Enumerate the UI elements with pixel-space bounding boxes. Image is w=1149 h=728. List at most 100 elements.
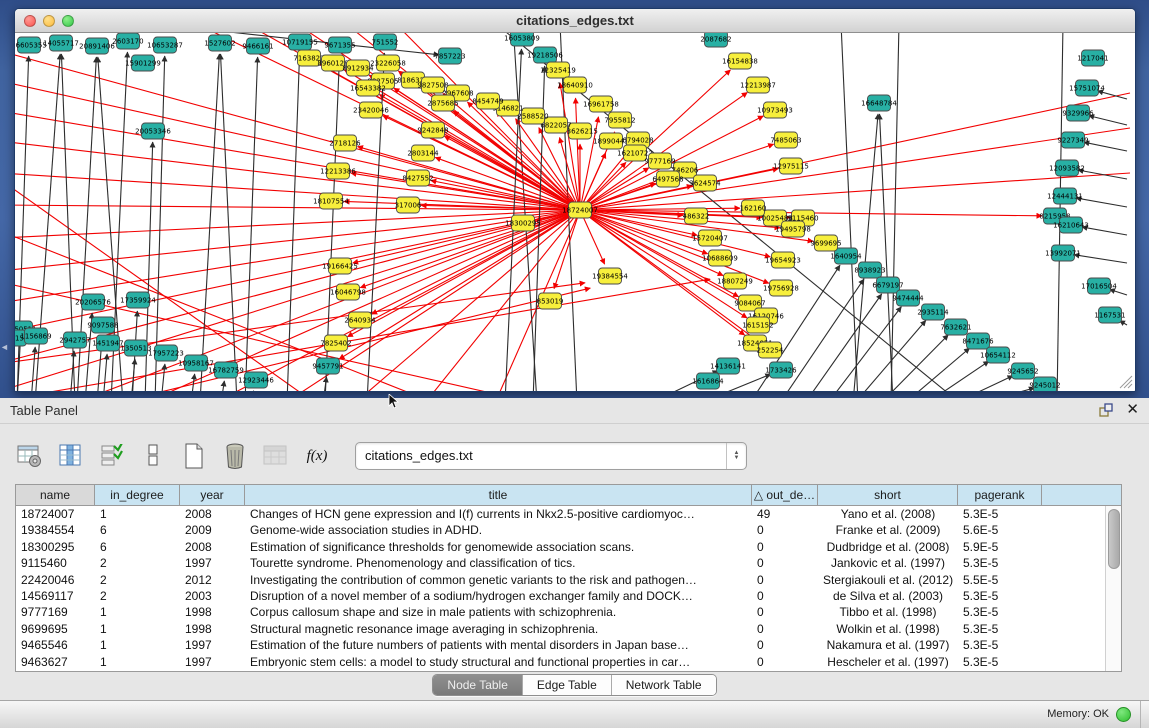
table-cell[interactable]: 0 [752, 555, 818, 571]
graph-node-1733426[interactable]: 1733426 [765, 362, 797, 378]
column-header-filler[interactable] [1042, 485, 1121, 505]
delete-column-icon[interactable] [220, 441, 250, 471]
graph-node-10973493[interactable]: 10973493 [757, 102, 793, 118]
table-cell[interactable]: 2 [95, 588, 180, 604]
table-cell[interactable]: 5.5E-5 [958, 572, 1042, 588]
table-cell[interactable]: 2008 [180, 539, 245, 555]
table-cell[interactable]: 5.3E-5 [958, 506, 1042, 522]
float-panel-icon[interactable] [1098, 402, 1114, 418]
graph-node-19384554[interactable]: 19384554 [592, 268, 628, 284]
graph-node-9457791[interactable]: 9457791 [312, 358, 343, 374]
table-cell[interactable]: 1997 [180, 654, 245, 670]
graph-node-6497568[interactable]: 6497568 [652, 171, 683, 187]
graph-node-9466161[interactable]: 9466161 [242, 38, 273, 54]
graph-node-12213386[interactable]: 12213386 [320, 163, 356, 179]
column-header-out_de…[interactable]: △ out_de… [752, 485, 818, 505]
table-cell[interactable]: Stergiakouli et al. (2012) [818, 572, 958, 588]
table-cell[interactable]: Corpus callosum shape and size in male p… [245, 604, 752, 620]
graph-node-1616864[interactable]: 1616864 [692, 373, 724, 389]
column-header-in_degree[interactable]: in_degree [95, 485, 180, 505]
graph-node-23226058[interactable]: 23226058 [370, 55, 406, 71]
citation-network-graph[interactable]: 1872400716605355140557172089140626031701… [15, 33, 1133, 391]
graph-node-2803144[interactable]: 2803144 [407, 145, 439, 161]
graph-node-19166425[interactable]: 19166425 [322, 258, 358, 274]
table-cell[interactable]: 0 [752, 604, 818, 620]
window-resize-grip[interactable] [1117, 373, 1133, 389]
table-cell[interactable]: 2012 [180, 572, 245, 588]
table-cell[interactable]: Embryonic stem cells: a model to study s… [245, 654, 752, 670]
graph-node-2875685[interactable]: 2875685 [427, 95, 458, 111]
table-cell[interactable]: Nakamura et al. (1997) [818, 637, 958, 653]
table-cell[interactable]: Tibbo et al. (1998) [818, 604, 958, 620]
table-cell[interactable]: Hescheler et al. (1997) [818, 654, 958, 670]
graph-node-2640934[interactable]: 2640934 [344, 312, 376, 328]
table-cell[interactable]: 0 [752, 654, 818, 670]
table-row[interactable]: 1830029562008Estimation of significance … [16, 539, 1106, 555]
table-cell[interactable]: 9465546 [16, 637, 95, 653]
panel-collapse-handle[interactable]: ◄ [0, 340, 9, 354]
table-row[interactable]: 946362711997Embryonic stem cells: a mode… [16, 654, 1106, 670]
column-visibility-icon[interactable] [56, 441, 86, 471]
table-cell[interactable]: 5.3E-5 [958, 604, 1042, 620]
table-cell[interactable]: Franke et al. (2009) [818, 522, 958, 538]
table-cell[interactable]: 2009 [180, 522, 245, 538]
graph-node-12975115[interactable]: 12975115 [773, 158, 809, 174]
table-cell[interactable]: 5.6E-5 [958, 522, 1042, 538]
table-cell[interactable]: 5.3E-5 [958, 637, 1042, 653]
graph-node-16154838[interactable]: 16154838 [722, 53, 758, 69]
table-cell[interactable]: 9777169 [16, 604, 95, 620]
graph-node-3624574[interactable]: 3624574 [689, 175, 721, 191]
graph-node-1527602[interactable]: 1527602 [204, 35, 235, 51]
graph-node-20206576[interactable]: 20206576 [75, 294, 111, 310]
graph-node-853019[interactable]: 853019 [537, 293, 564, 309]
graph-node-19756928[interactable]: 19756928 [763, 280, 799, 296]
graph-node-9671355[interactable]: 9671355 [324, 37, 355, 53]
table-cell[interactable]: Estimation of the future numbers of pati… [245, 637, 752, 653]
graph-node-15901299[interactable]: 15901299 [125, 55, 161, 71]
graph-node-9227349[interactable]: 9227349 [1057, 132, 1088, 148]
table-row[interactable]: 911546021997Tourette syndrome. Phenomeno… [16, 555, 1106, 571]
graph-node-486322[interactable]: 486322 [683, 208, 710, 224]
table-cell[interactable]: 1 [95, 621, 180, 637]
graph-node-751552[interactable]: 751552 [372, 34, 399, 50]
table-cell[interactable]: Genome-wide association studies in ADHD. [245, 522, 752, 538]
graph-node-7632621[interactable]: 7632621 [940, 319, 971, 335]
graph-node-20891406[interactable]: 20891406 [79, 38, 115, 54]
table-cell[interactable]: 1997 [180, 637, 245, 653]
graph-node-19218506[interactable]: 19218506 [527, 47, 563, 63]
graph-node-15720407[interactable]: 15720407 [692, 230, 728, 246]
table-cell[interactable]: 19384554 [16, 522, 95, 538]
graph-node-2942757[interactable]: 2942757 [59, 332, 90, 348]
scrollbar-thumb[interactable] [1108, 509, 1120, 569]
network-window-titlebar[interactable]: citations_edges.txt [15, 9, 1135, 33]
table-cell[interactable]: 9115460 [16, 555, 95, 571]
table-cell[interactable]: Yano et al. (2008) [818, 506, 958, 522]
table-cell[interactable]: 5.3E-5 [958, 621, 1042, 637]
graph-node-9242848[interactable]: 9242848 [417, 122, 448, 138]
graph-node-7857223[interactable]: 7857223 [434, 48, 465, 64]
table-cell[interactable]: 0 [752, 572, 818, 588]
table-row[interactable]: 977716911998Corpus callosum shape and si… [16, 604, 1106, 620]
table-cell[interactable]: 1 [95, 604, 180, 620]
graph-node-10719155[interactable]: 10719155 [282, 34, 318, 50]
table-cell[interactable]: 6 [95, 539, 180, 555]
graph-node-16605355[interactable]: 16605355 [15, 37, 47, 53]
table-cell[interactable]: 2 [95, 572, 180, 588]
graph-node-1451947[interactable]: 1451947 [92, 335, 123, 351]
table-cell[interactable]: 2003 [180, 588, 245, 604]
table-cell[interactable]: Jankovic et al. (1997) [818, 555, 958, 571]
column-header-name[interactable]: name [16, 485, 95, 505]
graph-node-12093582[interactable]: 12093582 [1049, 160, 1085, 176]
table-cell[interactable]: 0 [752, 522, 818, 538]
table-cell[interactable]: 9463627 [16, 654, 95, 670]
graph-node-8938923[interactable]: 8938923 [854, 262, 885, 278]
graph-node-252254[interactable]: 252254 [757, 342, 784, 358]
graph-node-16961758[interactable]: 16961758 [583, 96, 619, 112]
table-row[interactable]: 946554611997Estimation of the future num… [16, 637, 1106, 653]
table-cell[interactable]: 1 [95, 654, 180, 670]
table-cell[interactable]: 49 [752, 506, 818, 522]
table-cell[interactable]: Changes of HCN gene expression and I(f) … [245, 506, 752, 522]
table-cell[interactable]: 0 [752, 621, 818, 637]
graph-node-10653287[interactable]: 10653287 [147, 37, 183, 53]
graph-node-1156869[interactable]: 1156869 [20, 328, 51, 344]
